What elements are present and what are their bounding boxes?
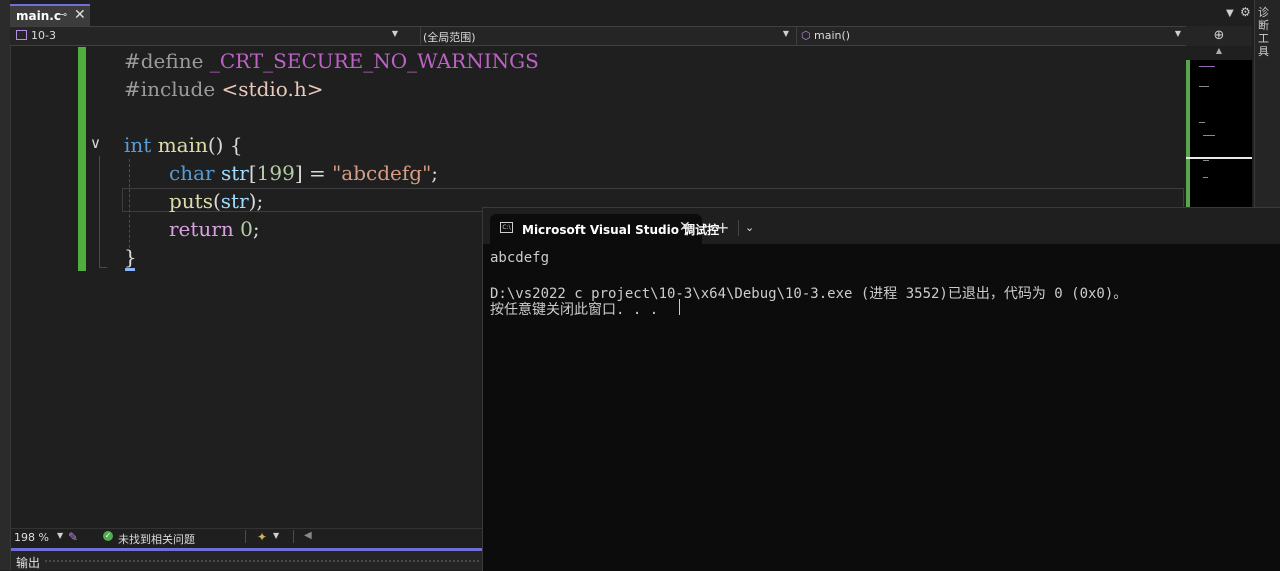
scroll-left-arrow-icon[interactable]: ◀ xyxy=(304,530,312,541)
outline-guide xyxy=(99,156,100,268)
document-tab-bar xyxy=(10,0,1254,26)
new-tab-plus-icon[interactable]: + xyxy=(716,218,729,237)
terminal-icon: C:\ xyxy=(500,222,513,233)
code-line-5: char str[199] = "abcdefg"; xyxy=(169,161,439,185)
console-output-line: 按任意键关闭此窗口. . . xyxy=(490,302,659,318)
diagnostic-tools-tab[interactable]: 诊断工具 xyxy=(1258,6,1274,58)
chevron-down-icon: ▼ xyxy=(1174,29,1181,38)
code-line-4: int main() { xyxy=(124,133,243,157)
chevron-down-icon: ▼ xyxy=(391,29,398,38)
panel-drag-grip[interactable] xyxy=(44,559,480,564)
project-dropdown[interactable]: 10-3 ▼ xyxy=(12,27,404,45)
issues-status[interactable]: 未找到相关问题 xyxy=(118,531,195,547)
tab-divider xyxy=(738,220,739,236)
minimap[interactable] xyxy=(1186,60,1252,210)
chevron-down-icon: ▼ xyxy=(782,29,789,38)
code-line-2: #include <stdio.h> xyxy=(124,77,324,101)
function-cube-icon: ⬡ xyxy=(801,29,811,42)
collapse-chevron-icon[interactable]: ∨ xyxy=(90,134,101,152)
member-dropdown[interactable]: ⬡ main() ▼ xyxy=(796,27,1187,45)
scope-name: (全局范围) xyxy=(423,31,476,44)
project-name: 10-3 xyxy=(31,29,56,42)
tab-main-c[interactable]: main.c ⊸ ✕ xyxy=(10,4,90,26)
project-icon xyxy=(16,30,27,40)
code-line-8: } xyxy=(124,245,137,269)
minimap-viewport-line xyxy=(1186,157,1252,159)
outline-guide-end xyxy=(99,267,107,268)
status-divider xyxy=(293,530,294,543)
tab-filename: main.c xyxy=(16,9,61,23)
split-editor-button[interactable]: ⊕ xyxy=(1186,26,1252,46)
minimap-change-indicator xyxy=(1186,60,1190,210)
scope-dropdown[interactable]: (全局范围) ▼ xyxy=(420,27,795,45)
chevron-down-icon[interactable]: ▼ xyxy=(57,531,63,540)
chevron-down-icon[interactable]: ⌄ xyxy=(745,221,754,234)
tab-list-dropdown-icon[interactable]: ▼ xyxy=(1226,8,1234,19)
status-divider xyxy=(245,530,246,543)
change-tracking-bar xyxy=(78,47,86,271)
check-circle-icon: ✓ xyxy=(103,531,113,541)
close-icon[interactable]: ✕ xyxy=(74,7,86,23)
code-line-1: #define _CRT_SECURE_NO_WARNINGS xyxy=(124,49,539,73)
editor-status-bar xyxy=(11,528,483,547)
pin-icon[interactable]: ⊸ xyxy=(58,8,67,21)
debug-console-window[interactable] xyxy=(482,207,1280,571)
brace-match-marker xyxy=(125,268,135,271)
code-line-7: return 0; xyxy=(169,217,260,241)
zoom-level[interactable]: 198 % xyxy=(14,531,49,544)
scroll-up-arrow-icon[interactable]: ▲ xyxy=(1186,46,1252,58)
console-output-line: abcdefg xyxy=(490,250,550,266)
member-name: main() xyxy=(814,29,851,42)
code-line-6: puts(str); xyxy=(169,189,264,213)
chevron-down-icon[interactable]: ▼ xyxy=(273,531,279,540)
output-panel-title[interactable]: 输出 xyxy=(16,554,40,571)
close-icon[interactable]: ✕ xyxy=(679,219,691,235)
gear-icon[interactable]: ⚙ xyxy=(1240,5,1251,19)
left-edge-strip xyxy=(0,0,11,570)
console-cursor xyxy=(679,299,680,315)
code-cleanup-icon[interactable]: ✦ xyxy=(257,530,267,544)
brush-icon[interactable]: ✎ xyxy=(68,530,78,544)
